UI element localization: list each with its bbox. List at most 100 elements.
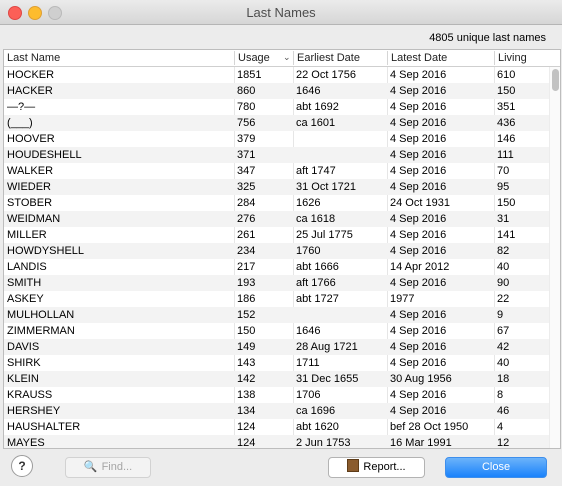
- table-row[interactable]: MILLER 261 25 Jul 1775 4 Sep 2016 141: [4, 227, 549, 243]
- column-header-latest-date[interactable]: Latest Date: [391, 52, 447, 64]
- column-divider[interactable]: [494, 51, 495, 65]
- cell-latest-date: bef 28 Oct 1950: [390, 421, 469, 433]
- cell-usage: 1851: [237, 69, 262, 81]
- cell-last-name: MULHOLLAN: [7, 309, 75, 321]
- cell-last-name: HOUDESHELL: [7, 149, 82, 161]
- report-button[interactable]: Report...: [328, 457, 425, 478]
- cell-living: 95: [497, 181, 510, 193]
- table-row[interactable]: WEIDMAN 276 ca 1618 4 Sep 2016 31: [4, 211, 549, 227]
- cell-living: 31: [497, 213, 510, 225]
- table-row[interactable]: MAYES 124 2 Jun 1753 16 Mar 1991 12: [4, 435, 549, 449]
- cell-usage: 124: [237, 437, 256, 449]
- table-header: Last Name Usage ⌄ Earliest Date Latest D…: [4, 50, 560, 67]
- cell-last-name: ASKEY: [7, 293, 44, 305]
- cell-latest-date: 4 Sep 2016: [390, 309, 447, 321]
- cell-earliest-date: 2 Jun 1753: [296, 437, 351, 449]
- table-row[interactable]: KLEIN 142 31 Dec 1655 30 Aug 1956 18: [4, 371, 549, 387]
- cell-usage: 860: [237, 85, 256, 97]
- cell-last-name: WALKER: [7, 165, 54, 177]
- table-row[interactable]: HAUSHALTER 124 abt 1620 bef 28 Oct 1950 4: [4, 419, 549, 435]
- cell-earliest-date: abt 1620: [296, 421, 339, 433]
- cell-earliest-date: abt 1692: [296, 101, 339, 113]
- cell-latest-date: 4 Sep 2016: [390, 149, 447, 161]
- table-row[interactable]: WIEDER 325 31 Oct 1721 4 Sep 2016 95: [4, 179, 549, 195]
- find-button-label: Find...: [101, 461, 133, 473]
- cell-last-name: WEIDMAN: [7, 213, 61, 225]
- column-header-usage[interactable]: Usage: [238, 52, 270, 64]
- cell-last-name: LANDIS: [7, 261, 47, 273]
- table-row[interactable]: —?— 780 abt 1692 4 Sep 2016 351: [4, 99, 549, 115]
- sort-descending-icon: ⌄: [283, 52, 291, 62]
- find-button[interactable]: 🔍 Find...: [65, 457, 151, 478]
- last-names-table: Last Name Usage ⌄ Earliest Date Latest D…: [3, 49, 561, 449]
- cell-usage: 138: [237, 389, 256, 401]
- cell-usage: 284: [237, 197, 256, 209]
- report-book-icon: [347, 459, 360, 472]
- cell-living: 8: [497, 389, 504, 401]
- cell-earliest-date: abt 1727: [296, 293, 339, 305]
- cell-earliest-date: 31 Dec 1655: [296, 373, 359, 385]
- cell-usage: 325: [237, 181, 256, 193]
- cell-usage: 150: [237, 325, 256, 337]
- cell-usage: 124: [237, 421, 256, 433]
- table-row[interactable]: ZIMMERMAN 150 1646 4 Sep 2016 67: [4, 323, 549, 339]
- cell-last-name: HERSHEY: [7, 405, 61, 417]
- table-row[interactable]: LANDIS 217 abt 1666 14 Apr 2012 40: [4, 259, 549, 275]
- cell-last-name: HOWDYSHELL: [7, 245, 85, 257]
- table-row[interactable]: DAVIS 149 28 Aug 1721 4 Sep 2016 42: [4, 339, 549, 355]
- cell-earliest-date: 1626: [296, 197, 321, 209]
- table-row[interactable]: ASKEY 186 abt 1727 1977 22: [4, 291, 549, 307]
- column-header-living[interactable]: Living: [498, 52, 527, 64]
- table-row[interactable]: SHIRK 143 1711 4 Sep 2016 40: [4, 355, 549, 371]
- table-row[interactable]: HOUDESHELL 371 4 Sep 2016 111: [4, 147, 549, 163]
- column-divider[interactable]: [387, 51, 388, 65]
- cell-earliest-date: abt 1666: [296, 261, 339, 273]
- cell-latest-date: 4 Sep 2016: [390, 405, 447, 417]
- help-button[interactable]: ?: [11, 455, 33, 477]
- cell-earliest-date: ca 1696: [296, 405, 336, 417]
- cell-living: 141: [497, 229, 516, 241]
- table-row[interactable]: HACKER 860 1646 4 Sep 2016 150: [4, 83, 549, 99]
- cell-last-name: SHIRK: [7, 357, 41, 369]
- cell-usage: 780: [237, 101, 256, 113]
- cell-latest-date: 30 Aug 1956: [390, 373, 452, 385]
- column-divider[interactable]: [234, 51, 235, 65]
- vertical-scrollbar[interactable]: [549, 67, 560, 448]
- table-row[interactable]: KRAUSS 138 1706 4 Sep 2016 8: [4, 387, 549, 403]
- cell-latest-date: 24 Oct 1931: [390, 197, 450, 209]
- cell-last-name: DAVIS: [7, 341, 40, 353]
- cell-living: 12: [497, 437, 510, 449]
- cell-last-name: STOBER: [7, 197, 53, 209]
- table-row[interactable]: HOWDYSHELL 234 1760 4 Sep 2016 82: [4, 243, 549, 259]
- column-header-earliest-date[interactable]: Earliest Date: [297, 52, 360, 64]
- table-row[interactable]: (___) 756 ca 1601 4 Sep 2016 436: [4, 115, 549, 131]
- table-row[interactable]: SMITH 193 aft 1766 4 Sep 2016 90: [4, 275, 549, 291]
- magnifier-icon: 🔍: [83, 461, 98, 473]
- cell-earliest-date: 1760: [296, 245, 321, 257]
- close-button[interactable]: Close: [445, 457, 547, 478]
- table-row[interactable]: HERSHEY 134 ca 1696 4 Sep 2016 46: [4, 403, 549, 419]
- column-header-last-name[interactable]: Last Name: [7, 52, 60, 64]
- cell-usage: 371: [237, 149, 256, 161]
- scrollbar-thumb[interactable]: [552, 69, 559, 91]
- cell-latest-date: 4 Sep 2016: [390, 389, 447, 401]
- cell-last-name: HACKER: [7, 85, 53, 97]
- table-row[interactable]: HOOVER 379 4 Sep 2016 146: [4, 131, 549, 147]
- cell-last-name: HAUSHALTER: [7, 421, 81, 433]
- cell-living: 90: [497, 277, 510, 289]
- cell-earliest-date: aft 1747: [296, 165, 336, 177]
- table-row[interactable]: WALKER 347 aft 1747 4 Sep 2016 70: [4, 163, 549, 179]
- cell-usage: 142: [237, 373, 256, 385]
- cell-latest-date: 4 Sep 2016: [390, 181, 447, 193]
- table-row[interactable]: HOCKER 1851 22 Oct 1756 4 Sep 2016 610: [4, 67, 549, 83]
- cell-earliest-date: 1706: [296, 389, 321, 401]
- cell-living: 9: [497, 309, 504, 321]
- table-row[interactable]: MULHOLLAN 152 4 Sep 2016 9: [4, 307, 549, 323]
- cell-latest-date: 16 Mar 1991: [390, 437, 452, 449]
- cell-earliest-date: 25 Jul 1775: [296, 229, 353, 241]
- cell-latest-date: 14 Apr 2012: [390, 261, 450, 273]
- cell-living: 22: [497, 293, 510, 305]
- column-divider[interactable]: [293, 51, 294, 65]
- table-row[interactable]: STOBER 284 1626 24 Oct 1931 150: [4, 195, 549, 211]
- cell-living: 42: [497, 341, 510, 353]
